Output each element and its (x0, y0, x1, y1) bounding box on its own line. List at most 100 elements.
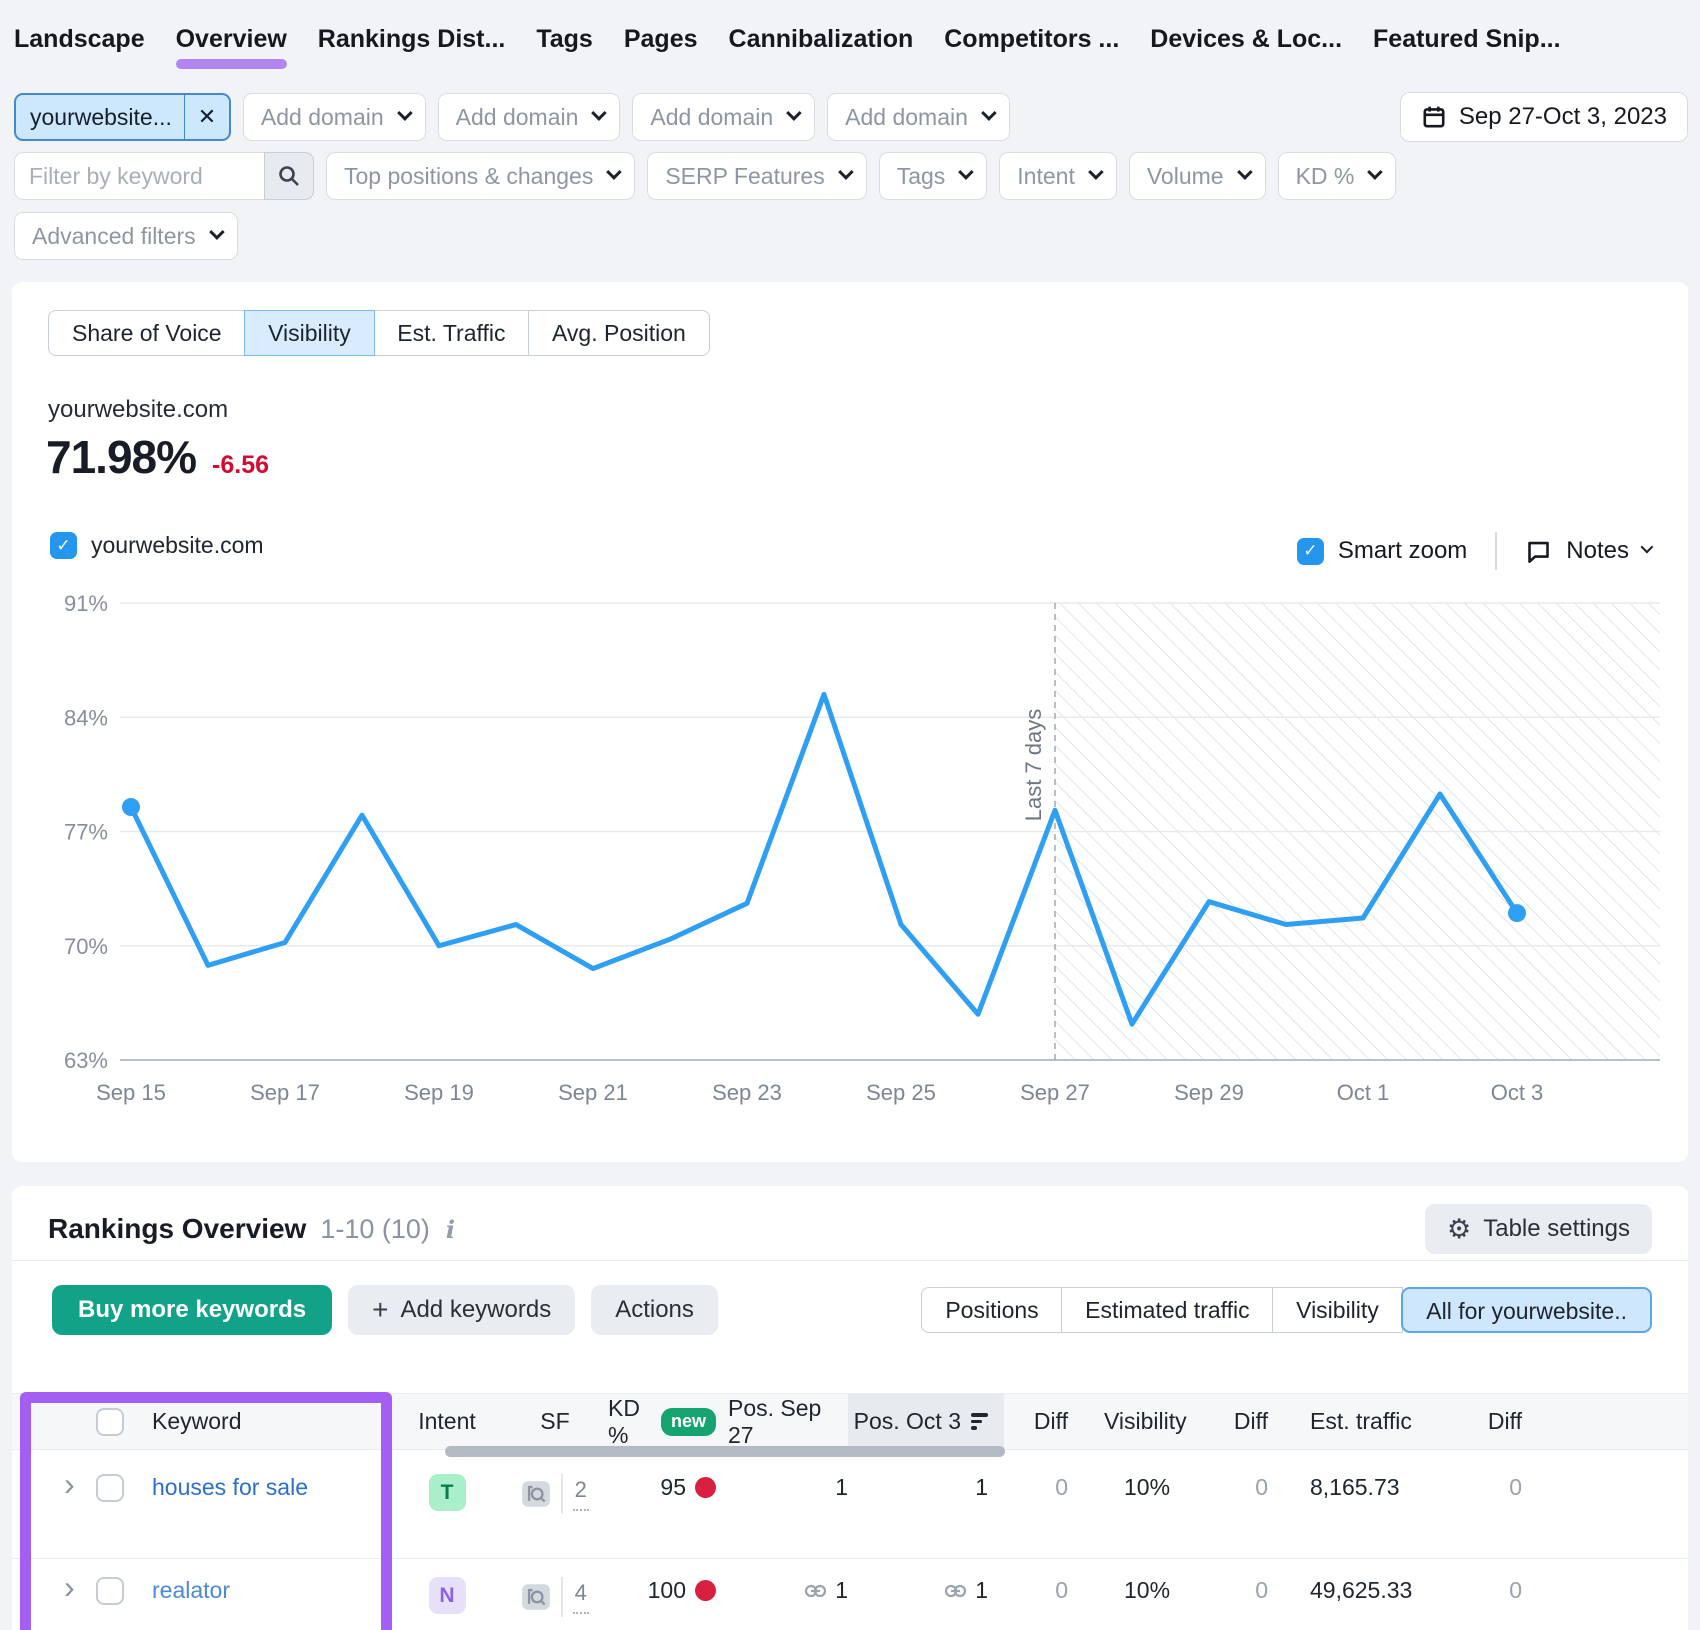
add-domain-dropdown-1[interactable]: Add domain (243, 93, 426, 141)
est-traffic-value: 49,625.33 (1276, 1577, 1426, 1604)
buy-more-keywords-button[interactable]: Buy more keywords (52, 1285, 332, 1335)
top-positions-dropdown[interactable]: Top positions & changes (326, 152, 635, 200)
add-domain-dropdown-3[interactable]: Add domain (632, 93, 815, 141)
column-header-pos-sep27[interactable]: Pos. Sep 27 (728, 1395, 848, 1449)
remove-domain-icon[interactable]: ✕ (185, 104, 229, 130)
column-header-kd[interactable]: KD % new (608, 1395, 728, 1449)
column-header-intent[interactable]: Intent (392, 1408, 502, 1435)
tags-dropdown[interactable]: Tags (879, 152, 988, 200)
svg-text:Sep 25: Sep 25 (866, 1080, 936, 1105)
chevron-down-icon (209, 224, 225, 240)
svg-text:Sep 19: Sep 19 (404, 1080, 474, 1105)
tab-tags[interactable]: Tags (536, 25, 593, 54)
add-keywords-button[interactable]: + Add keywords (348, 1285, 575, 1335)
view-tab-visibility[interactable]: Visibility (1272, 1287, 1403, 1333)
tab-visibility[interactable]: Visibility (244, 310, 375, 356)
add-domain-label: Add domain (261, 104, 384, 131)
tab-avg-position[interactable]: Avg. Position (528, 310, 710, 356)
svg-text:Oct 3: Oct 3 (1491, 1080, 1544, 1105)
tab-rankings-dist[interactable]: Rankings Dist... (318, 25, 506, 54)
add-domain-label: Add domain (456, 104, 579, 131)
intent-badge-navigational[interactable]: N (429, 1577, 466, 1614)
add-domain-label: Add domain (845, 104, 968, 131)
pos-diff-value: 0 (1004, 1577, 1084, 1604)
svg-text:Sep 17: Sep 17 (250, 1080, 320, 1105)
tab-devices-locations[interactable]: Devices & Loc... (1150, 25, 1342, 54)
table-header-row: Keyword Intent SF KD % new Pos. Sep 27 P… (12, 1393, 1688, 1450)
new-badge: new (661, 1408, 716, 1436)
intent-badge-transactional[interactable]: T (429, 1474, 466, 1511)
pos-oct3-header-label: Pos. Oct 3 (854, 1408, 961, 1435)
column-header-diff-3[interactable]: Diff (1426, 1408, 1526, 1435)
kd-difficulty-dot (695, 1580, 716, 1601)
row-checkbox[interactable] (96, 1474, 124, 1502)
keyword-filter-input[interactable] (14, 152, 264, 200)
pos-sep27-value: 1 (835, 1577, 848, 1604)
date-range-picker[interactable]: Sep 27-Oct 3, 2023 (1400, 92, 1688, 142)
tab-cannibalization[interactable]: Cannibalization (729, 25, 914, 54)
info-icon[interactable]: i (446, 1215, 455, 1244)
domain-chip[interactable]: yourwebsite... ✕ (14, 93, 231, 141)
keyword-link[interactable]: realator (152, 1577, 230, 1604)
rankings-title: Rankings Overview (48, 1213, 306, 1245)
search-icon (277, 164, 301, 188)
add-domain-dropdown-4[interactable]: Add domain (827, 93, 1010, 141)
visibility-change: -6.56 (212, 451, 269, 480)
select-all-checkbox[interactable] (96, 1408, 124, 1436)
plus-icon: + (372, 1296, 388, 1324)
advanced-filter-row: Advanced filters (14, 212, 238, 260)
domain-filter-row: yourwebsite... ✕ Add domain Add domain A… (14, 92, 1688, 142)
add-keywords-label: Add keywords (400, 1296, 551, 1324)
sf-count[interactable]: 2 (573, 1477, 589, 1511)
column-header-diff-2[interactable]: Diff (1200, 1408, 1276, 1435)
intent-dropdown[interactable]: Intent (999, 152, 1117, 200)
kd-value: 95 (660, 1474, 686, 1501)
table-settings-button[interactable]: ⚙ Table settings (1425, 1204, 1652, 1254)
column-header-est-traffic[interactable]: Est. traffic (1276, 1408, 1426, 1435)
visibility-metric: 71.98% -6.56 (46, 430, 269, 484)
position-tracking-page: { "icons": { "close": "✕", "check": "✓",… (0, 0, 1700, 1630)
view-tab-positions[interactable]: Positions (921, 1287, 1062, 1333)
serp-features-dropdown[interactable]: SERP Features (647, 152, 866, 200)
table-horizontal-scrollbar[interactable] (445, 1446, 1005, 1457)
tab-overview[interactable]: Overview (176, 25, 287, 54)
serp-features-icon (521, 1582, 551, 1612)
column-header-keyword[interactable]: Keyword (152, 1408, 392, 1435)
column-header-visibility[interactable]: Visibility (1084, 1408, 1200, 1435)
view-tab-all-for-domain[interactable]: All for yourwebsite.. (1401, 1287, 1652, 1333)
metric-tab-group: Share of Voice Visibility Est. Traffic A… (48, 310, 710, 356)
est-traffic-diff-value: 0 (1426, 1474, 1526, 1501)
view-tab-estimated-traffic[interactable]: Estimated traffic (1061, 1287, 1273, 1333)
svg-text:Sep 29: Sep 29 (1174, 1080, 1244, 1105)
divider (12, 1260, 1688, 1261)
tab-est-traffic[interactable]: Est. Traffic (373, 310, 529, 356)
table-row: › houses for sale T 2 95 1 1 0 10% 0 8,1… (12, 1450, 1688, 1559)
svg-text:Sep 21: Sep 21 (558, 1080, 628, 1105)
expand-row-icon[interactable]: › (64, 1474, 75, 1494)
kd-dropdown[interactable]: KD % (1278, 152, 1397, 200)
expand-row-icon[interactable]: › (64, 1577, 75, 1597)
volume-dropdown[interactable]: Volume (1129, 152, 1266, 200)
search-button[interactable] (264, 152, 314, 200)
chevron-down-icon (592, 105, 608, 121)
tab-pages[interactable]: Pages (624, 25, 698, 54)
advanced-filters-dropdown[interactable]: Advanced filters (14, 212, 238, 260)
tab-featured-snippets[interactable]: Featured Snip... (1373, 25, 1561, 54)
tab-competitors[interactable]: Competitors ... (944, 25, 1119, 54)
tab-share-of-voice[interactable]: Share of Voice (48, 310, 246, 356)
est-traffic-diff-value: 0 (1426, 1577, 1526, 1604)
sf-count[interactable]: 4 (573, 1580, 589, 1614)
visibility-diff-value: 0 (1200, 1577, 1276, 1604)
column-header-pos-oct3[interactable]: Pos. Oct 3 (848, 1394, 1004, 1449)
kd-value: 100 (648, 1577, 686, 1604)
chevron-down-icon (1641, 540, 1654, 553)
column-header-diff-1[interactable]: Diff (1004, 1408, 1084, 1435)
add-domain-dropdown-2[interactable]: Add domain (438, 93, 621, 141)
domain-chip-label: yourwebsite... (16, 95, 185, 139)
row-checkbox[interactable] (96, 1577, 124, 1605)
keyword-link[interactable]: houses for sale (152, 1474, 308, 1501)
chevron-down-icon (1088, 164, 1104, 180)
tab-landscape[interactable]: Landscape (14, 25, 145, 54)
column-header-sf[interactable]: SF (502, 1408, 608, 1435)
actions-button[interactable]: Actions (591, 1285, 718, 1335)
